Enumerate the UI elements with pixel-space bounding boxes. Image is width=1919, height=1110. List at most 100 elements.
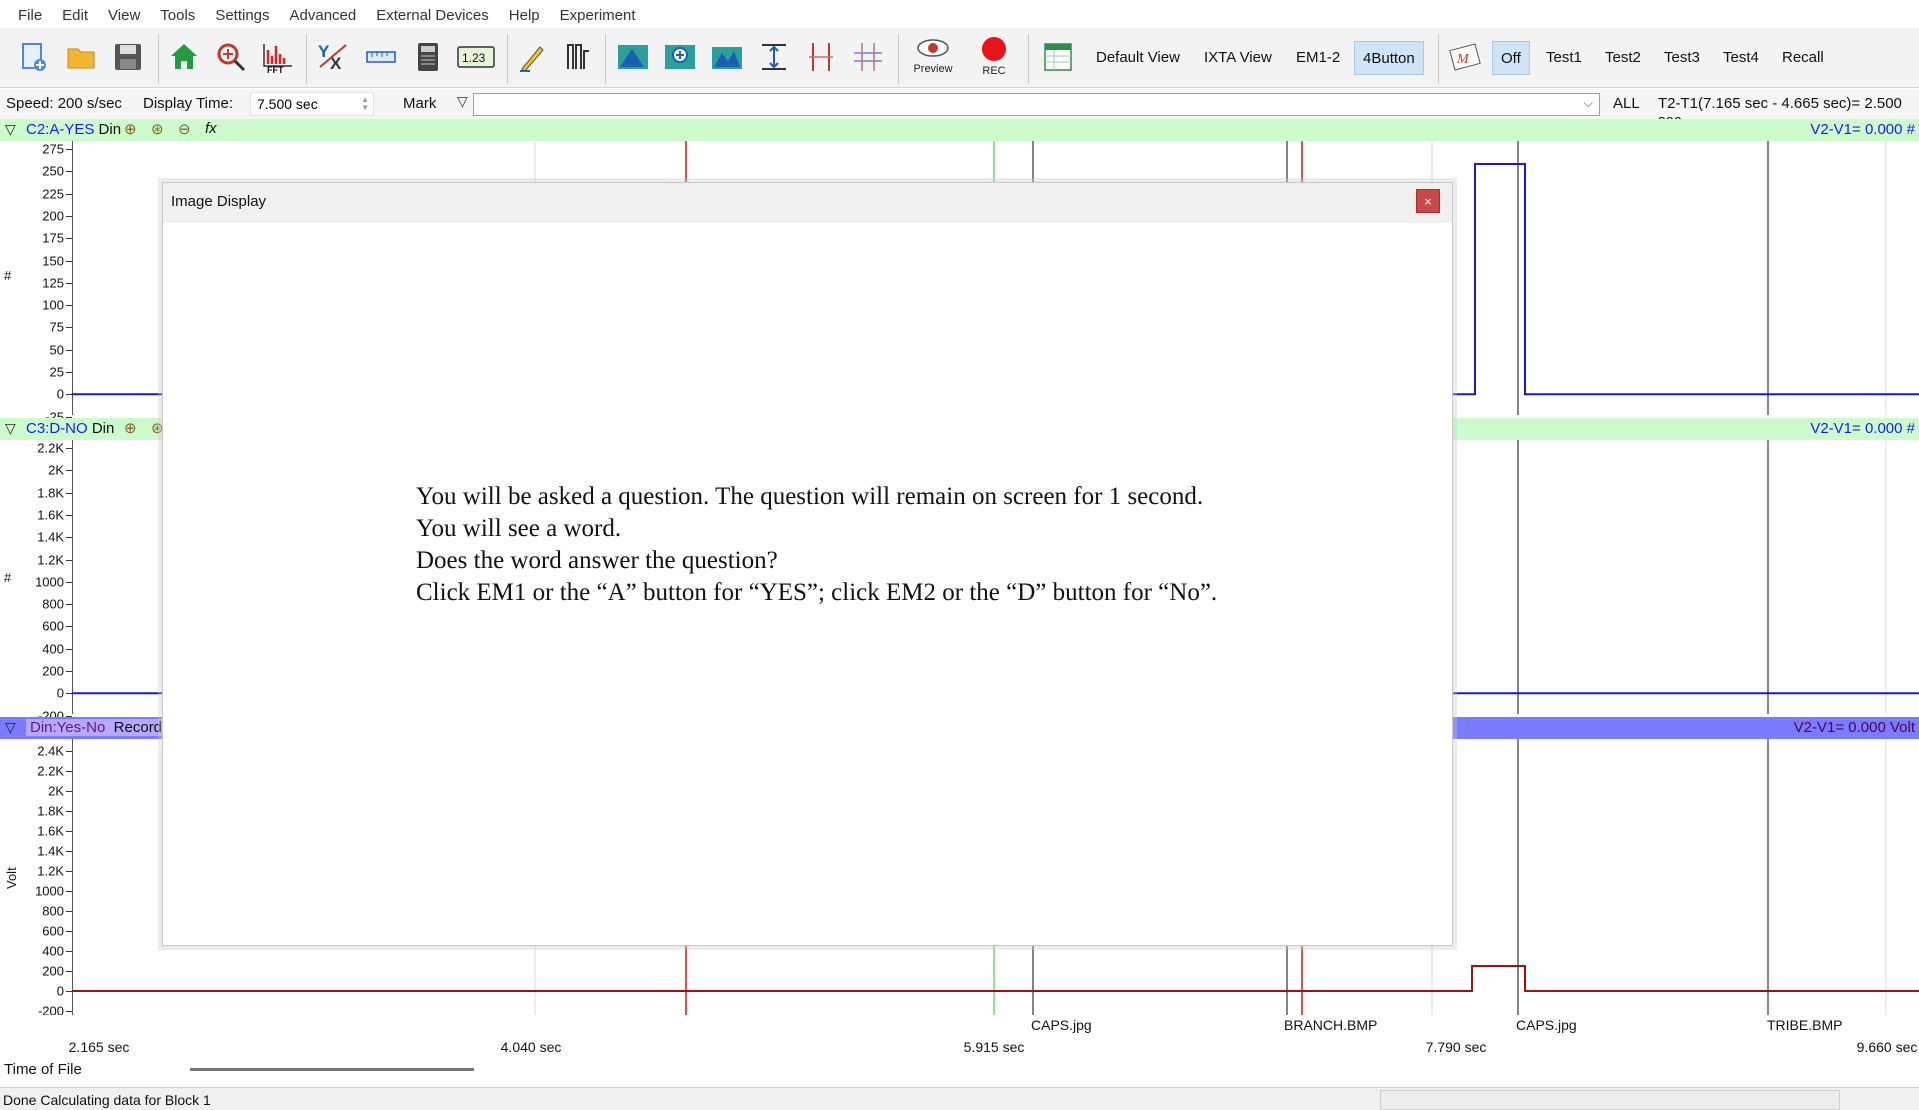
y-tick-label: 400	[42, 943, 64, 959]
mark-label-caps-2: CAPS.jpg	[1516, 1017, 1577, 1033]
menu-tools[interactable]: Tools	[150, 7, 205, 24]
preview-button[interactable]: Preview	[903, 36, 963, 82]
channel-name[interactable]: C2:A-YES Din	[26, 121, 121, 138]
xy-plot-icon[interactable]: YX	[314, 38, 352, 76]
instruction-line: You will see a word.	[416, 515, 622, 542]
macro-test2-button[interactable]: Test2	[1597, 41, 1649, 75]
y-tick-label: 200	[42, 208, 64, 224]
zoom-in-icon[interactable]: ⊕	[124, 419, 137, 437]
y-tick-label: 2.2K	[37, 440, 64, 456]
menu-external-devices[interactable]: External Devices	[366, 7, 499, 24]
menu-experiment[interactable]: Experiment	[550, 7, 646, 24]
macro-test4-button[interactable]: Test4	[1715, 41, 1767, 75]
y-tick-label: 0	[56, 386, 64, 402]
dialog-titlebar[interactable]: Image Display ×	[163, 183, 1452, 223]
time-of-file-scrollbar[interactable]	[190, 1068, 474, 1071]
macro-recall-button[interactable]: Recall	[1774, 41, 1832, 75]
spreadsheet-icon[interactable]	[1040, 38, 1078, 76]
image-display-dialog: Image Display × You will be asked a ques…	[162, 182, 1453, 946]
function-icon[interactable]: fx	[205, 120, 217, 137]
home-icon[interactable]	[165, 38, 203, 76]
y-tick-label: 800	[42, 903, 64, 919]
y-tick-label: 1000	[35, 883, 64, 899]
marker-lines-icon[interactable]	[802, 38, 840, 76]
y-tick-label: 250	[42, 163, 64, 179]
y-tick-label: 175	[42, 230, 64, 246]
autoscale-icon[interactable]: ⊛	[151, 120, 164, 138]
mark-label-tribe: TRIBE.BMP	[1767, 1017, 1843, 1033]
grid-lines-icon[interactable]	[849, 38, 887, 76]
channel-name[interactable]: Din:Yes-No Record	[26, 719, 167, 736]
close-icon: ×	[1424, 194, 1432, 209]
ruler-icon[interactable]	[362, 38, 400, 76]
mountain-chart-icon[interactable]	[614, 38, 652, 76]
view-em12-button[interactable]: EM1-2	[1288, 41, 1348, 75]
y-tick-label: 0	[56, 983, 64, 999]
pencil-icon[interactable]	[513, 38, 551, 76]
y-tick-label: 600	[42, 618, 64, 634]
zoom-search-icon[interactable]	[212, 38, 250, 76]
status-text: Done Calculating data for Block 1	[3, 1092, 211, 1108]
y-tick-label: 1.4K	[37, 843, 64, 859]
fit-vertical-icon[interactable]	[755, 38, 793, 76]
app-window: File Edit View Tools Settings Advanced E…	[0, 0, 1919, 1110]
mark-label-branch: BRANCH.BMP	[1284, 1017, 1378, 1033]
y-unit-label: Volt	[4, 867, 19, 889]
menu-advanced[interactable]: Advanced	[280, 7, 367, 24]
view-ixta-button[interactable]: IXTA View	[1196, 41, 1280, 75]
y-tick-label: 50	[49, 342, 64, 358]
spinner-icon[interactable]: ▲ ▼	[361, 96, 369, 112]
channel-name[interactable]: C3:D-NO Din	[26, 420, 114, 437]
view-4button-button[interactable]: 4Button	[1354, 41, 1424, 75]
view-default-button[interactable]: Default View	[1088, 41, 1188, 75]
time-axis: CAPS.jpg BRANCH.BMP CAPS.jpg TRIBE.BMP 2…	[0, 1015, 1919, 1060]
y-unit-label: #	[4, 268, 12, 283]
macro-test3-button[interactable]: Test3	[1656, 41, 1708, 75]
dialog-title: Image Display	[171, 193, 267, 210]
open-folder-icon[interactable]	[62, 38, 100, 76]
stacked-channels-icon[interactable]	[559, 38, 597, 76]
macro-test1-button[interactable]: Test1	[1538, 41, 1590, 75]
svg-text:FFT: FFT	[267, 65, 284, 74]
channel-readout: V2-V1= 0.000 Volt	[1793, 719, 1915, 736]
y-tick-label: 150	[42, 253, 64, 268]
close-button[interactable]: ×	[1416, 189, 1440, 213]
zoom-out-icon[interactable]: ⊖	[178, 120, 191, 138]
calculator-icon[interactable]	[409, 38, 447, 76]
save-icon[interactable]	[109, 38, 147, 76]
channel-menu-icon[interactable]: ▽	[5, 420, 16, 437]
y-tick-label: 125	[42, 275, 64, 291]
all-button[interactable]: ALL	[1613, 95, 1640, 112]
y-tick-label: 1.2K	[37, 863, 64, 879]
mark-filter-icon[interactable]: ▽	[457, 93, 468, 110]
menu-help[interactable]: Help	[499, 7, 550, 24]
time-tick-label: 7.790 sec	[1425, 1039, 1487, 1055]
fft-icon[interactable]: FFT	[259, 38, 297, 76]
landscape-icon[interactable]	[708, 38, 746, 76]
display-time-input[interactable]: 7.500 sec ▲ ▼	[250, 92, 374, 116]
speed-label: Speed: 200 s/sec	[6, 95, 122, 112]
instruction-line: Does the word answer the question?	[416, 547, 778, 574]
y-tick-label: 200	[42, 663, 64, 679]
menu-edit[interactable]: Edit	[52, 7, 98, 24]
value-display-icon[interactable]: 1.23	[455, 38, 497, 76]
add-image-icon[interactable]	[661, 38, 699, 76]
channel-menu-icon[interactable]: ▽	[5, 121, 16, 138]
macro-off-button[interactable]: Off	[1492, 41, 1530, 75]
menu-view[interactable]: View	[98, 7, 150, 24]
zoom-in-icon[interactable]: ⊕	[124, 120, 137, 138]
menu-file[interactable]: File	[8, 7, 52, 24]
channel-menu-icon[interactable]: ▽	[5, 719, 16, 736]
new-file-icon[interactable]	[14, 38, 52, 76]
y-tick-label: 1.2K	[37, 552, 64, 567]
time-of-file-label: Time of File	[4, 1061, 82, 1078]
record-button[interactable]: REC	[964, 36, 1024, 82]
y-tick-label: 225	[42, 186, 64, 202]
menu-bar: File Edit View Tools Settings Advanced E…	[0, 0, 1919, 30]
y-tick-label: 75	[49, 319, 64, 335]
mark-select[interactable]: ⌵	[473, 93, 1600, 116]
menu-settings[interactable]: Settings	[205, 7, 279, 24]
chevron-down-icon: ⌵	[1583, 96, 1593, 110]
macro-icon[interactable]: M	[1446, 38, 1484, 76]
y-tick-label: 800	[42, 596, 64, 612]
